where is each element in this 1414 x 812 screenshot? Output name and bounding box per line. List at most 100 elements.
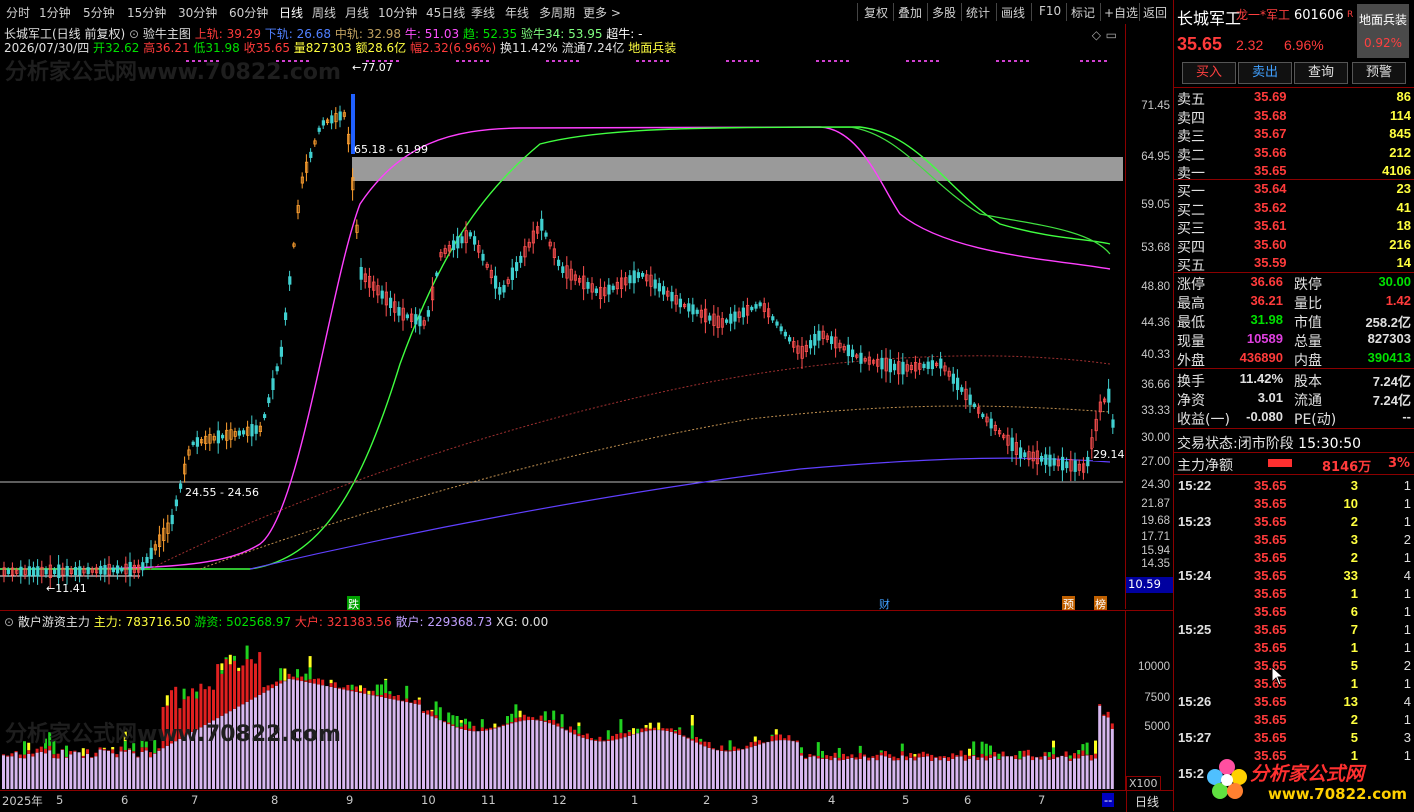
tab-60min[interactable]: 60分钟 xyxy=(229,4,268,21)
tab-10min[interactable]: 10分钟 xyxy=(378,4,417,21)
bid-row[interactable]: 买二35.6241 xyxy=(1174,200,1414,218)
candle-body xyxy=(902,362,904,374)
big-holder-bar xyxy=(1077,754,1080,758)
tab-5min[interactable]: 5分钟 xyxy=(83,4,115,21)
hot-money-bar xyxy=(691,725,694,738)
retail-bar xyxy=(876,760,879,789)
buy-button[interactable]: 买入 xyxy=(1182,62,1236,84)
candle-body xyxy=(1074,461,1076,472)
candle-body xyxy=(541,219,543,230)
industry-button[interactable]: 地面兵装 0.92% xyxy=(1357,4,1409,58)
candle-body xyxy=(100,566,102,573)
bid-row[interactable]: 买三35.6118 xyxy=(1174,218,1414,236)
query-button[interactable]: 查询 xyxy=(1294,62,1348,84)
price-tick: 36.66 xyxy=(1141,379,1170,391)
stat-label: 流通 xyxy=(1294,390,1322,410)
tick-price: 35.65 xyxy=(1254,532,1287,547)
retail-bar xyxy=(1018,759,1021,789)
retail-bar xyxy=(447,724,450,789)
hot-money-bar xyxy=(456,716,459,727)
big-holder-bar xyxy=(271,684,274,688)
big-holder-bar xyxy=(481,727,484,731)
ask-row[interactable]: 卖二35.66212 xyxy=(1174,145,1414,163)
retail-bar xyxy=(800,756,803,789)
draw-line-button[interactable]: 画线 xyxy=(1001,4,1025,21)
add-watchlist-button[interactable]: +自选 xyxy=(1104,4,1138,21)
candle-body xyxy=(679,299,681,307)
period-indicator[interactable]: 日线 xyxy=(1126,790,1174,812)
big-holder-bar xyxy=(997,759,1000,760)
bid-row[interactable]: 买一35.6423 xyxy=(1174,181,1414,199)
big-holder-bar xyxy=(834,753,837,758)
tick-price: 35.65 xyxy=(1254,622,1287,637)
retail-bar xyxy=(1102,716,1105,789)
candle-body xyxy=(494,276,496,288)
retail-bar xyxy=(947,761,950,789)
ask-row[interactable]: 卖三35.67845 xyxy=(1174,126,1414,144)
big-holder-bar xyxy=(359,691,362,693)
candle-body xyxy=(889,359,891,371)
kline-plot xyxy=(0,24,1125,609)
big-holder-bar xyxy=(737,749,740,751)
price-tick: 53.68 xyxy=(1141,242,1170,254)
tab-15min[interactable]: 15分钟 xyxy=(127,4,166,21)
mark-button[interactable]: 标记 xyxy=(1071,4,1095,21)
f10-button[interactable]: F10 xyxy=(1039,4,1061,18)
big-holder-bar xyxy=(1111,723,1114,729)
big-holder-bar xyxy=(733,747,736,751)
tab-1min[interactable]: 1分钟 xyxy=(39,4,71,21)
tab-yearly[interactable]: 年线 xyxy=(505,4,529,21)
kline-chart[interactable]: 长城军工(日线 前复权) ⊙ 验牛主图 上轨: 39.29 下轨: 26.68 … xyxy=(0,24,1125,609)
stock-sector-tag[interactable]: 龙一*军工 xyxy=(1236,6,1290,23)
candle-body xyxy=(709,316,711,320)
hot-money-bar xyxy=(985,744,988,756)
main-force-bar xyxy=(237,668,240,671)
big-holder-bar xyxy=(1048,757,1051,760)
back-button[interactable]: 返回 xyxy=(1143,4,1167,21)
ask-row[interactable]: 卖五35.6986 xyxy=(1174,89,1414,107)
signal-dot xyxy=(456,60,459,62)
big-holder-bar xyxy=(981,754,984,758)
big-holder-bar xyxy=(926,754,929,757)
big-holder-bar xyxy=(321,680,324,686)
signal-dot xyxy=(828,60,831,62)
big-holder-bar xyxy=(1107,712,1110,718)
stat-value: 10589 xyxy=(1247,331,1283,346)
candle-body xyxy=(310,152,312,157)
big-holder-bar xyxy=(729,750,732,751)
retail-bar xyxy=(712,749,715,789)
bid-row[interactable]: 买四35.60216 xyxy=(1174,237,1414,255)
tab-monthly[interactable]: 月线 xyxy=(345,4,369,21)
tab-30min[interactable]: 30分钟 xyxy=(178,4,217,21)
alert-button[interactable]: 预警 xyxy=(1352,62,1406,84)
candle-body xyxy=(751,307,753,310)
tab-timeshare[interactable]: 分时 xyxy=(6,4,30,21)
signal-dot xyxy=(570,60,573,62)
tab-multi-period[interactable]: 多周期 xyxy=(539,4,575,21)
big-holder-bar xyxy=(758,740,761,744)
retail-bar xyxy=(523,720,526,789)
multi-stock-button[interactable]: 多股 xyxy=(932,4,956,21)
bid-row[interactable]: 买五35.5914 xyxy=(1174,255,1414,273)
fund-flow-indicator[interactable]: ⊙ 散户游资主力 主力: 783716.50 游资: 502568.97 大户:… xyxy=(0,610,1125,791)
candle-body xyxy=(1112,420,1114,427)
watermark-text: 分析家公式网 xyxy=(5,722,137,747)
statistics-button[interactable]: 统计 xyxy=(966,4,990,21)
candle-body xyxy=(637,273,639,278)
retail-bar xyxy=(691,741,694,789)
tab-more[interactable]: 更多 > xyxy=(583,4,621,21)
sell-button[interactable]: 卖出 xyxy=(1238,62,1292,84)
retail-bar xyxy=(1073,758,1076,789)
retail-bar xyxy=(972,756,975,789)
stat-label: 换手 xyxy=(1177,371,1205,391)
retail-bar xyxy=(607,741,610,789)
tab-45day[interactable]: 45日线 xyxy=(426,4,465,21)
retail-bar xyxy=(82,758,85,789)
tab-daily[interactable]: 日线 xyxy=(279,4,303,21)
overlay-button[interactable]: 叠加 xyxy=(898,4,922,21)
adjust-button[interactable]: 复权 xyxy=(864,4,888,21)
big-holder-bar xyxy=(397,695,400,700)
tab-quarterly[interactable]: 季线 xyxy=(471,4,495,21)
ask-row[interactable]: 卖四35.68114 xyxy=(1174,108,1414,126)
tab-weekly[interactable]: 周线 xyxy=(312,4,336,21)
